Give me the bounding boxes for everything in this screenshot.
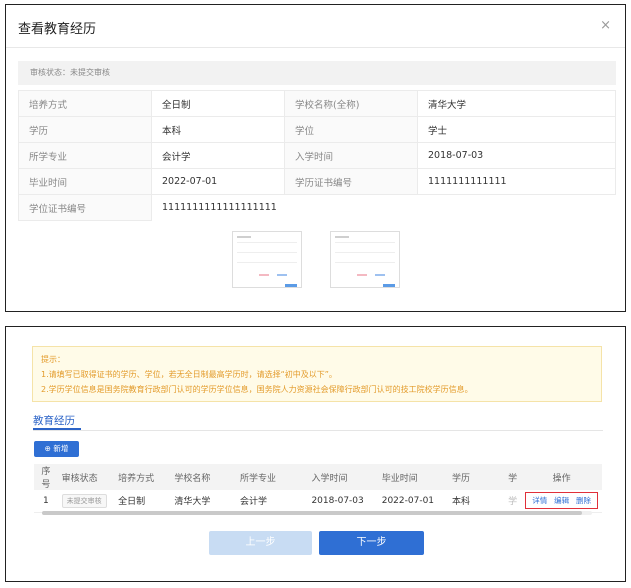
- detail-label: 毕业时间: [18, 168, 152, 195]
- tip-line: 1.请填写已取得证书的学历、学位，若无全日制最高学历时，请选择“初中及以下”。: [41, 370, 337, 379]
- tip-line: 2.学历学位信息是国务院教育行政部门认可的学历学位信息，国务院人力资源社会保障行…: [41, 385, 473, 394]
- detail-label: 学位: [284, 116, 418, 143]
- detail-label: 学校名称(全称): [284, 90, 418, 117]
- detail-label: 所学专业: [18, 142, 152, 169]
- column-header: 所学专业: [236, 464, 308, 490]
- detail-value: 1111111111111111111: [162, 202, 277, 214]
- view-education-modal: 查看教育经历 × 审核状态：未提交审核 培养方式 全日制 学校名称(全称) 清华…: [5, 4, 626, 312]
- detail-value: 全日制: [151, 90, 285, 117]
- column-header: 学校名称: [170, 464, 237, 490]
- detail-value: 1111111111111: [417, 168, 616, 195]
- cell-truncated: 学: [504, 490, 522, 513]
- title-divider: [6, 47, 625, 48]
- status-badge: 未提交审核: [61, 493, 107, 508]
- cell-start: 2018-07-03: [307, 490, 378, 513]
- column-header: 序号: [34, 464, 58, 490]
- cell-mode: 全日制: [114, 490, 171, 513]
- education-table: 序号 审核状态 培养方式 学校名称 所学专业 入学时间 毕业时间 学历 学 操作…: [34, 464, 602, 513]
- column-header: 审核状态: [57, 464, 115, 490]
- certificate-thumbnail[interactable]: [232, 231, 302, 288]
- delete-link[interactable]: 删除: [576, 496, 591, 505]
- detail-row: 学位证书编号 1111111111111111111: [18, 194, 616, 221]
- detail-row: 毕业时间 2022-07-01 学历证书编号 1111111111111: [18, 168, 616, 195]
- add-button[interactable]: ⊕ 新增: [34, 441, 79, 457]
- column-header: 入学时间: [307, 464, 378, 490]
- section-title: 教育经历: [33, 415, 75, 427]
- cell-index: 1: [34, 490, 58, 513]
- detail-value: 学士: [417, 116, 616, 143]
- edit-link[interactable]: 编辑: [554, 496, 569, 505]
- next-step-button[interactable]: 下一步: [319, 531, 424, 555]
- add-button-label: 新增: [53, 444, 69, 453]
- cell-operations: 详情 编辑 删除: [521, 490, 602, 513]
- modal-title: 查看教育经历: [18, 22, 97, 37]
- audit-status-bar: 审核状态：未提交审核: [18, 61, 616, 85]
- detail-value: 本科: [151, 116, 285, 143]
- detail-value: 清华大学: [417, 90, 616, 117]
- detail-label: 学历: [18, 116, 152, 143]
- column-header: 学: [504, 464, 522, 490]
- detail-label: 学位证书编号: [18, 194, 152, 221]
- column-header: 操作: [521, 464, 602, 490]
- detail-row: 学历 本科 学位 学士: [18, 116, 616, 143]
- section-divider: [33, 430, 603, 431]
- tip-title: 提示：: [41, 355, 65, 364]
- column-header: 毕业时间: [377, 464, 448, 490]
- scrollbar-thumb[interactable]: [42, 511, 582, 515]
- cell-school: 清华大学: [170, 490, 237, 513]
- cell-major: 会计学: [236, 490, 308, 513]
- detail-row: 所学专业 会计学 入学时间 2018-07-03: [18, 142, 616, 169]
- cell-status: 未提交审核: [57, 490, 115, 513]
- detail-value: 2022-07-01: [151, 168, 285, 195]
- plus-circle-icon: ⊕: [44, 444, 51, 453]
- detail-value: 会计学: [151, 142, 285, 169]
- detail-row: 培养方式 全日制 学校名称(全称) 清华大学: [18, 90, 616, 117]
- prev-step-button[interactable]: 上一步: [209, 531, 312, 555]
- certificate-thumbnail[interactable]: [330, 231, 400, 288]
- education-detail-table: 培养方式 全日制 学校名称(全称) 清华大学 学历 本科 学位 学士 所学专业 …: [18, 90, 616, 221]
- detail-label: 学历证书编号: [284, 168, 418, 195]
- column-header: 学历: [448, 464, 505, 490]
- horizontal-scrollbar[interactable]: [42, 511, 592, 515]
- detail-label: 培养方式: [18, 90, 152, 117]
- close-icon[interactable]: ×: [600, 18, 611, 33]
- detail-value: 2018-07-03: [417, 142, 616, 169]
- table-row: 1 未提交审核 全日制 清华大学 会计学 2018-07-03 2022-07-…: [34, 490, 602, 513]
- column-header: 培养方式: [114, 464, 171, 490]
- operations-highlight: 详情 编辑 删除: [525, 492, 598, 510]
- cell-end: 2022-07-01: [377, 490, 448, 513]
- table-header: 序号 审核状态 培养方式 学校名称 所学专业 入学时间 毕业时间 学历 学 操作: [34, 464, 602, 490]
- detail-label: 入学时间: [284, 142, 418, 169]
- detail-link[interactable]: 详情: [532, 496, 547, 505]
- tip-box: 提示： 1.请填写已取得证书的学历、学位，若无全日制最高学历时，请选择“初中及以…: [32, 346, 602, 402]
- education-list-page: 提示： 1.请填写已取得证书的学历、学位，若无全日制最高学历时，请选择“初中及以…: [5, 326, 626, 582]
- cell-degree: 本科: [448, 490, 505, 513]
